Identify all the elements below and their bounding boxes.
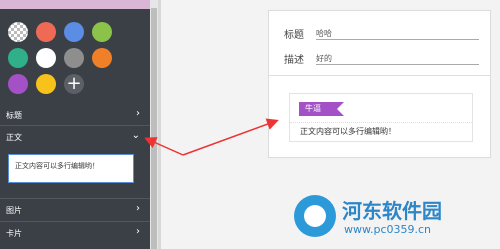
title-field-value[interactable]: 哈哈 (316, 28, 332, 39)
swatch-orange[interactable] (92, 48, 112, 68)
chevron-down-icon: ⌄ (131, 130, 140, 141)
section-divider (0, 221, 150, 222)
swatch-yellow[interactable] (36, 74, 56, 94)
watermark-logo-icon (294, 195, 336, 237)
swatch-white[interactable] (36, 48, 56, 68)
site-watermark: 河东软件园 www.pc0359.cn (294, 193, 494, 243)
title-field-label: 标题 (284, 30, 304, 41)
arrow-to-preview (182, 118, 279, 156)
plus-icon: + (66, 73, 82, 94)
section-image-label: 图片 (6, 206, 22, 215)
panel-divider (158, 0, 161, 249)
body-text-editor[interactable]: 正文内容可以多行编辑哟！ (8, 154, 134, 183)
section-body-label: 正文 (6, 133, 22, 142)
swatch-blue[interactable] (64, 22, 84, 42)
dotted-divider (290, 122, 472, 123)
panel-scrollbar[interactable] (150, 0, 158, 249)
title-field[interactable]: 标题 哈哈 (284, 24, 479, 41)
desc-field-value[interactable]: 好的 (316, 53, 332, 64)
preview-card: 标题 哈哈 描述 好的 牛逼 正文内容可以多行编辑哟！ (268, 10, 491, 158)
section-card[interactable]: 卡片 › (6, 224, 146, 242)
desc-field[interactable]: 描述 好的 (284, 49, 479, 66)
tag-badge: 牛逼 (299, 102, 344, 116)
swatch-purple[interactable] (8, 74, 28, 94)
editor-panel: + 标题 › 正文 ⌄ 正文内容可以多行编辑哟！ 图片 › 卡片 › (0, 0, 150, 249)
section-divider (0, 125, 150, 126)
desc-field-label: 描述 (284, 55, 304, 66)
chevron-right-icon: › (136, 108, 140, 119)
card-divider (269, 75, 490, 76)
panel-header-strip (0, 0, 150, 9)
watermark-url: www.pc0359.cn (344, 223, 432, 236)
section-body[interactable]: 正文 ⌄ (6, 128, 146, 146)
section-divider (0, 198, 150, 199)
field-underline (316, 39, 479, 40)
swatch-transparent[interactable] (8, 22, 28, 42)
swatch-green[interactable] (92, 22, 112, 42)
section-title-label: 标题 (6, 111, 22, 120)
section-card-label: 卡片 (6, 229, 22, 238)
chevron-right-icon: › (136, 203, 140, 214)
section-title[interactable]: 标题 › (6, 106, 146, 124)
body-preview-text: 正文内容可以多行编辑哟！ (300, 127, 396, 136)
field-underline (316, 64, 479, 65)
body-preview-box: 牛逼 正文内容可以多行编辑哟！ (289, 93, 473, 142)
watermark-name: 河东软件园 (342, 199, 442, 223)
swatch-gray[interactable] (64, 48, 84, 68)
swatch-red[interactable] (36, 22, 56, 42)
section-image[interactable]: 图片 › (6, 201, 146, 219)
swatch-teal[interactable] (8, 48, 28, 68)
scrollbar-thumb[interactable] (151, 8, 157, 249)
chevron-right-icon: › (136, 226, 140, 237)
add-color-button[interactable]: + (64, 74, 84, 94)
